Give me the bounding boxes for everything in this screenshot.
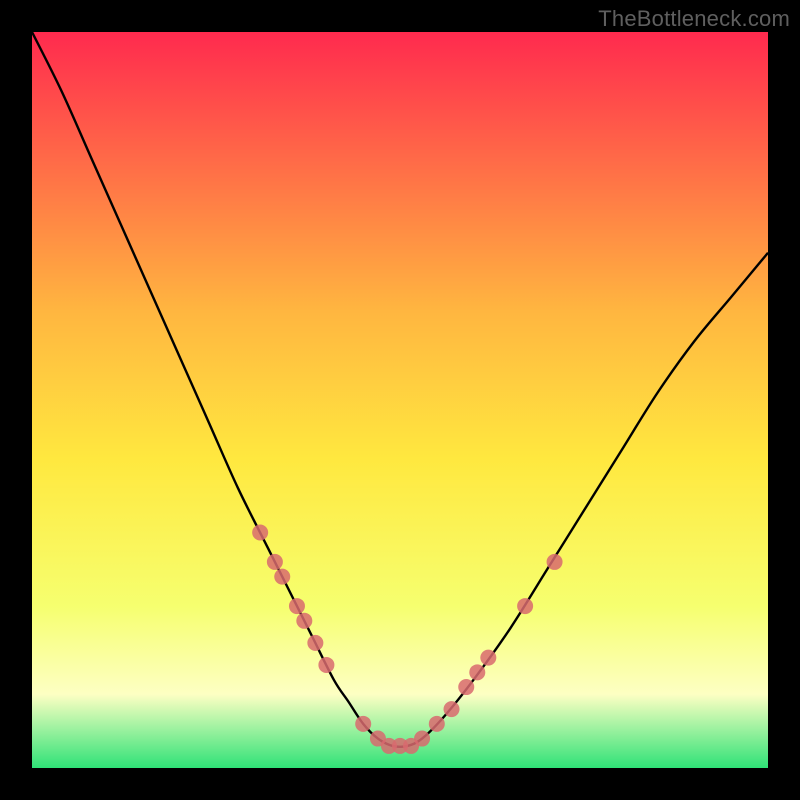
data-marker [274, 569, 290, 585]
plot-svg [32, 32, 768, 768]
data-marker [307, 635, 323, 651]
chart-frame: TheBottleneck.com [0, 0, 800, 800]
data-marker [469, 664, 485, 680]
data-marker [547, 554, 563, 570]
data-marker [252, 524, 268, 540]
plot-area [32, 32, 768, 768]
data-marker [289, 598, 305, 614]
data-marker [296, 613, 312, 629]
data-marker [517, 598, 533, 614]
data-marker [429, 716, 445, 732]
data-marker [414, 731, 430, 747]
data-marker [458, 679, 474, 695]
data-marker [318, 657, 334, 673]
data-marker [355, 716, 371, 732]
data-marker [480, 650, 496, 666]
data-marker [267, 554, 283, 570]
data-marker [444, 701, 460, 717]
watermark-text: TheBottleneck.com [598, 6, 790, 32]
gradient-background [32, 32, 768, 768]
